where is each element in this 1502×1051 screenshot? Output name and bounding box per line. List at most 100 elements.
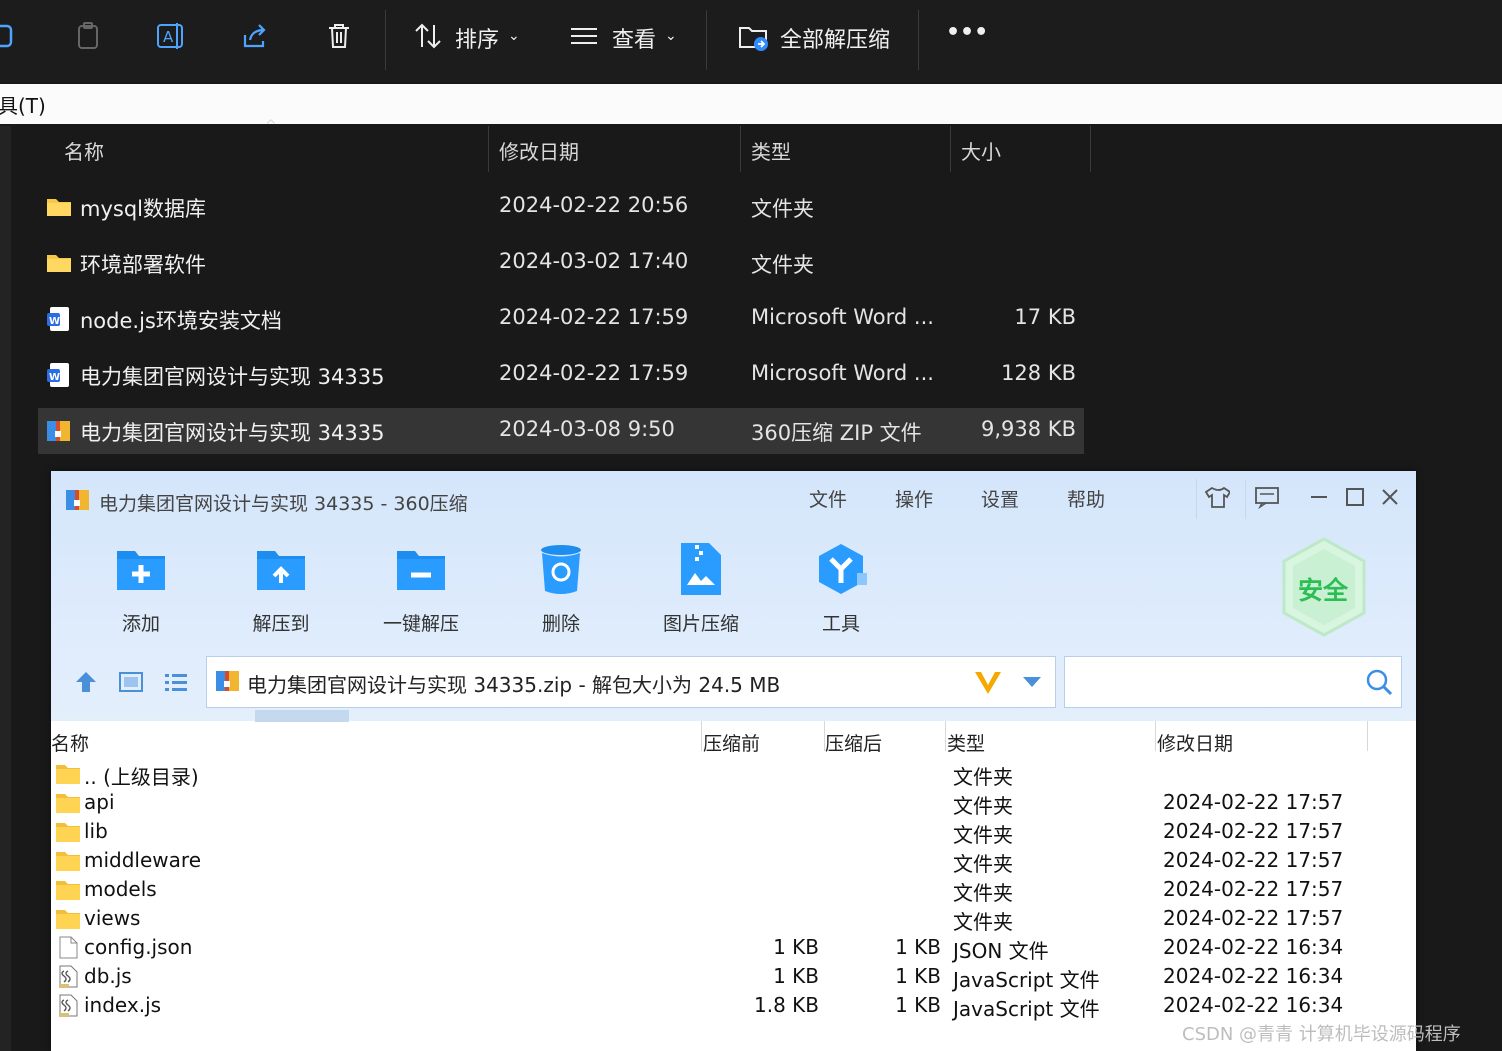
dropdown-arrow-icon[interactable]: [1021, 675, 1043, 689]
zip-column-header-after[interactable]: 压缩后: [825, 729, 882, 756]
file-row[interactable]: W 电力集团官网设计与实现 34335 2024-02-22 17:59 Mic…: [38, 352, 1084, 398]
view-icon[interactable]: [566, 18, 602, 54]
folder-icon: [56, 823, 80, 842]
zip-column-header-modified[interactable]: 修改日期: [1157, 729, 1233, 756]
copy-icon[interactable]: [0, 18, 22, 54]
recycle-bin-icon: [541, 545, 581, 594]
file-modified: 2024-02-22 17:59: [499, 361, 689, 385]
file-name: node.js环境安装文档: [80, 309, 282, 333]
column-divider[interactable]: [1367, 721, 1368, 751]
view-button[interactable]: 查看: [612, 22, 656, 54]
search-icon[interactable]: [1365, 668, 1393, 696]
file-modified: 2024-02-22 17:59: [499, 305, 689, 329]
zip-archive-icon: [47, 421, 70, 441]
column-divider[interactable]: [950, 126, 951, 172]
folder-icon: [47, 255, 71, 272]
delete-button-label: 删除: [541, 613, 580, 635]
column-header-type[interactable]: 类型: [751, 136, 791, 165]
column-divider[interactable]: [488, 126, 489, 172]
up-level-icon[interactable]: [73, 670, 99, 698]
zip-entry-name: models: [84, 877, 157, 901]
archive-path-bar[interactable]: 电力集团官网设计与实现 34335.zip - 解包大小为 24.5 MB: [206, 656, 1056, 708]
column-header-size[interactable]: 大小: [961, 136, 1001, 165]
file-row[interactable]: 环境部署软件 2024-03-02 17:40 文件夹: [38, 240, 1084, 286]
svg-text:A: A: [163, 28, 174, 46]
close-icon[interactable]: [1376, 483, 1404, 511]
tools-button[interactable]: 工具: [791, 541, 891, 641]
file-row-selected[interactable]: 电力集团官网设计与实现 34335 2024-03-08 9:50 360压缩 …: [38, 408, 1084, 454]
column-header-modified[interactable]: 修改日期: [499, 136, 579, 165]
zip-list-row[interactable]: .. (上级目录) 文件夹: [51, 759, 1416, 789]
skin-icon[interactable]: [1203, 483, 1231, 511]
column-divider[interactable]: [945, 721, 946, 751]
column-divider[interactable]: [740, 126, 741, 172]
column-divider[interactable]: [1090, 126, 1091, 172]
menu-operate[interactable]: 操作: [895, 485, 933, 512]
watermark-text: CSDN @青青 计算机毕设源码程序: [1182, 1024, 1461, 1045]
zip-entry-size-after: 1 KB: [895, 935, 941, 959]
zip-entry-name: db.js: [84, 964, 132, 988]
zip-list-row[interactable]: index.js 1.8 KB 1 KB JavaScript 文件 2024-02-2…: [51, 991, 1416, 1021]
menu-file[interactable]: 文件: [809, 485, 847, 512]
extract-to-button[interactable]: 解压到: [231, 541, 331, 641]
one-click-extract-icon: [397, 551, 445, 590]
menu-help[interactable]: 帮助: [1067, 485, 1105, 512]
delete-icon[interactable]: [321, 18, 357, 54]
extract-all-icon[interactable]: [735, 18, 771, 54]
maximize-icon[interactable]: [1341, 483, 1369, 511]
extract-to-icon: [257, 551, 305, 590]
list-view-icon[interactable]: [163, 670, 189, 698]
add-button[interactable]: 添加: [91, 541, 191, 641]
zip-entry-modified: 2024-02-22 17:57: [1163, 906, 1344, 930]
verified-v-icon: [975, 672, 1001, 694]
zip-entry-type: 文件夹: [953, 910, 1013, 934]
column-divider[interactable]: [1155, 721, 1156, 751]
security-badge[interactable]: 安全: [1281, 537, 1367, 637]
zip-list-row[interactable]: views 文件夹 2024-02-22 17:57: [51, 904, 1416, 934]
svg-text:W: W: [49, 372, 60, 383]
rename-icon[interactable]: A: [153, 18, 189, 54]
word-document-icon: W: [47, 363, 69, 387]
file-type: 文件夹: [751, 197, 814, 221]
extract-all-button[interactable]: 全部解压缩: [780, 22, 890, 54]
column-divider[interactable]: [701, 721, 702, 751]
zip-column-header-name[interactable]: 名称: [51, 729, 89, 756]
share-icon[interactable]: [237, 18, 273, 54]
file-name: mysql数据库: [80, 197, 206, 221]
address-bar[interactable]: 具(T): [0, 84, 1502, 124]
zip-entry-type: 文件夹: [953, 852, 1013, 876]
sort-icon[interactable]: [410, 18, 446, 54]
thumbnail-view-icon[interactable]: [118, 670, 144, 698]
zip-column-header-before[interactable]: 压缩前: [703, 729, 760, 756]
feedback-icon[interactable]: [1253, 483, 1281, 511]
file-modified: 2024-03-08 9:50: [499, 417, 675, 441]
zip-entry-size-after: 1 KB: [895, 993, 941, 1017]
paste-icon[interactable]: [70, 18, 106, 54]
zip-entry-modified: 2024-02-22 16:34: [1163, 993, 1344, 1017]
zip-list-row[interactable]: config.json 1 KB 1 KB JSON 文件 2024-02-22 16:…: [51, 933, 1416, 963]
more-options-button[interactable]: •••: [946, 20, 988, 45]
delete-button[interactable]: 删除: [511, 541, 611, 641]
menu-settings[interactable]: 设置: [981, 485, 1019, 512]
zip-list-row[interactable]: middleware 文件夹 2024-02-22 17:57: [51, 846, 1416, 876]
archive-search-input[interactable]: [1064, 656, 1402, 708]
column-header-name[interactable]: 名称: [64, 136, 104, 165]
word-document-icon: W: [47, 307, 69, 331]
script-icon: [59, 994, 78, 1017]
zip-list-row[interactable]: api 文件夹 2024-02-22 17:57: [51, 788, 1416, 818]
zip-list-row[interactable]: models 文件夹 2024-02-22 17:57: [51, 875, 1416, 905]
minimize-icon[interactable]: [1305, 483, 1333, 511]
zip-list-row[interactable]: lib 文件夹 2024-02-22 17:57: [51, 817, 1416, 847]
one-click-extract-button[interactable]: 一键解压: [371, 541, 471, 641]
file-row[interactable]: W node.js环境安装文档 2024-02-22 17:59 Microso…: [38, 296, 1084, 342]
folder-icon: [56, 794, 80, 813]
one-click-extract-label: 一键解压: [382, 613, 459, 635]
sort-button[interactable]: 排序: [455, 22, 499, 54]
image-compress-button[interactable]: 图片压缩: [651, 541, 751, 641]
file-row[interactable]: mysql数据库 2024-02-22 20:56 文件夹: [38, 184, 1084, 230]
zip-column-header-type[interactable]: 类型: [947, 729, 985, 756]
zip-list-row[interactable]: db.js 1 KB 1 KB JavaScript 文件 2024-02-22 16:…: [51, 962, 1416, 992]
path-scroll-indicator: [255, 710, 349, 722]
add-button-label: 添加: [121, 613, 160, 635]
zip-window: 电力集团官网设计与实现 34335 - 360压缩 文件 操作 设置 帮助 添加…: [51, 471, 1416, 1051]
